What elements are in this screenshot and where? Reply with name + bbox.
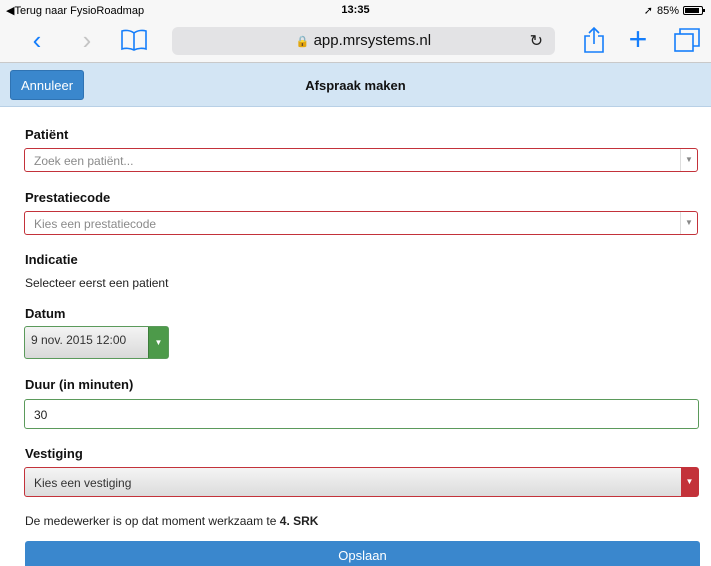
- chevron-down-icon: ▼: [680, 212, 697, 234]
- datum-value: 9 nov. 2015 12:00: [31, 333, 127, 347]
- indicatie-text: Selecteer eerst een patient: [25, 276, 169, 290]
- url-text: app.mrsystems.nl: [313, 32, 432, 49]
- tabs-icon[interactable]: [672, 28, 702, 58]
- back-icon[interactable]: ‹: [22, 26, 52, 56]
- datum-label: Datum: [25, 306, 66, 321]
- battery-percentage: 85%: [656, 4, 679, 17]
- new-tab-icon[interactable]: +: [623, 23, 653, 56]
- info-prefix: De medewerker is op dat moment werkzaam …: [25, 514, 280, 528]
- prestatiecode-placeholder: Kies een prestatiecode: [34, 217, 157, 231]
- vestiging-select[interactable]: Kies een vestiging ▼: [24, 467, 699, 497]
- location-arrow-icon: ➚: [643, 5, 653, 17]
- app-header: Annuleer Afspraak maken: [0, 63, 711, 107]
- info-location: 4. SRK: [279, 514, 319, 528]
- forward-icon[interactable]: ›: [72, 26, 102, 56]
- chevron-down-icon[interactable]: ▼: [148, 327, 168, 358]
- save-button[interactable]: Opslaan: [25, 541, 700, 566]
- status-bar: ◀Terug naar FysioRoadmap 13:35 ➚ 85%: [0, 0, 711, 20]
- patient-placeholder: Zoek een patiënt...: [34, 154, 134, 168]
- prestatiecode-label: Prestatiecode: [25, 190, 111, 205]
- status-time: 13:35: [341, 4, 370, 16]
- address-bar[interactable]: 🔒 app.mrsystems.nl ↻: [172, 27, 555, 55]
- employee-location-info: De medewerker is op dat moment werkzaam …: [25, 514, 318, 528]
- page-title: Afspraak maken: [305, 78, 406, 93]
- chevron-down-icon: ▼: [680, 149, 697, 171]
- reload-icon[interactable]: ↻: [530, 31, 543, 51]
- battery-icon: [683, 6, 705, 15]
- datum-picker[interactable]: 9 nov. 2015 12:00 ▼: [24, 326, 169, 359]
- duur-label: Duur (in minuten): [25, 377, 134, 392]
- duur-value: 30: [34, 408, 48, 422]
- patient-select[interactable]: Zoek een patiënt... ▼: [24, 148, 698, 172]
- duur-input[interactable]: 30: [24, 399, 699, 429]
- vestiging-label: Vestiging: [25, 446, 83, 461]
- prestatiecode-select[interactable]: Kies een prestatiecode ▼: [24, 211, 698, 235]
- vestiging-value: Kies een vestiging: [34, 476, 132, 490]
- indicatie-label: Indicatie: [25, 252, 78, 267]
- chevron-down-icon: ▼: [681, 468, 698, 496]
- share-icon[interactable]: [579, 26, 609, 56]
- bookmarks-icon[interactable]: [119, 28, 149, 58]
- status-right: ➚ 85%: [643, 4, 705, 17]
- lock-icon: 🔒: [295, 36, 310, 48]
- patient-label: Patiënt: [25, 127, 69, 142]
- browser-toolbar: ‹ › 🔒 app.mrsystems.nl ↻ +: [0, 20, 711, 63]
